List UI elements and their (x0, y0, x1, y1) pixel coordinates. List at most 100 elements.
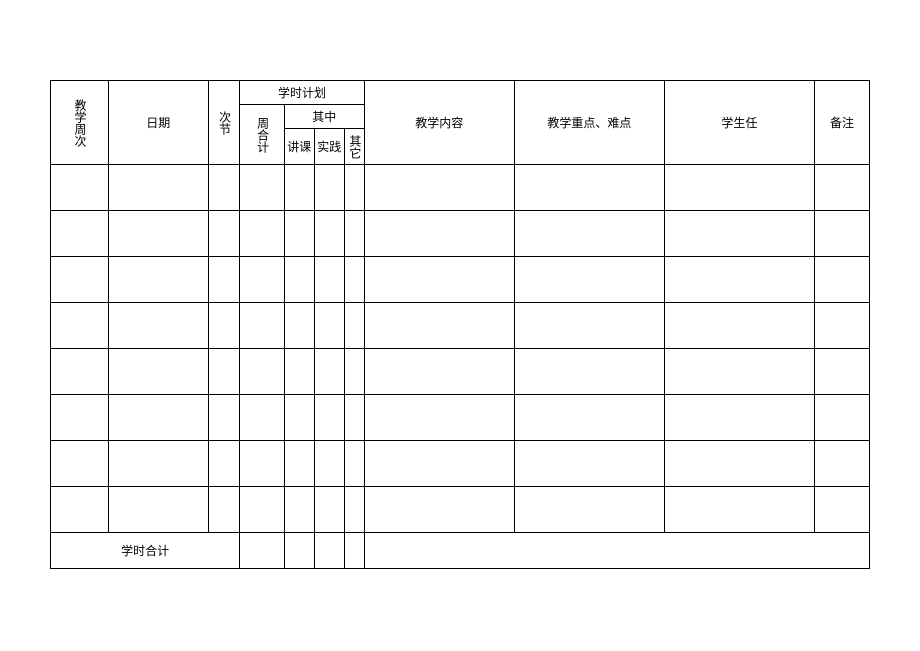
cell-date (108, 487, 208, 533)
col-content: 教学内容 (364, 81, 514, 165)
cell-lecture (284, 487, 314, 533)
table-row (51, 395, 870, 441)
cell-practice (314, 395, 344, 441)
cell-total-other (344, 533, 364, 569)
cell-session (208, 487, 239, 533)
cell-other (344, 395, 364, 441)
cell-focus (514, 257, 664, 303)
cell-session (208, 349, 239, 395)
cell-date (108, 349, 208, 395)
table-row (51, 303, 870, 349)
cell-practice (314, 257, 344, 303)
cell-student (664, 395, 814, 441)
cell-remark (814, 349, 869, 395)
col-remark: 备注 (814, 81, 869, 165)
col-session: 次节 (208, 81, 239, 165)
cell-remark (814, 487, 869, 533)
cell-date (108, 303, 208, 349)
cell-student (664, 487, 814, 533)
col-student: 学生任 (664, 81, 814, 165)
table-row (51, 441, 870, 487)
cell-remark (814, 257, 869, 303)
cell-practice (314, 487, 344, 533)
col-lecture: 讲课 (284, 129, 314, 165)
col-other: 其它 (344, 129, 364, 165)
cell-remark (814, 165, 869, 211)
cell-content (364, 487, 514, 533)
cell-remark (814, 395, 869, 441)
cell-session (208, 257, 239, 303)
cell-week (51, 303, 109, 349)
cell-week (51, 395, 109, 441)
cell-other (344, 211, 364, 257)
cell-week (51, 487, 109, 533)
col-teaching-week: 教学周次 (51, 81, 109, 165)
cell-lecture (284, 165, 314, 211)
cell-date (108, 211, 208, 257)
table-row (51, 487, 870, 533)
cell-practice (314, 165, 344, 211)
cell-date (108, 395, 208, 441)
table-row (51, 349, 870, 395)
total-row: 学时合计 (51, 533, 870, 569)
cell-week (51, 257, 109, 303)
col-date: 日期 (108, 81, 208, 165)
cell-focus (514, 303, 664, 349)
col-hour-plan: 学时计划 (240, 81, 365, 105)
cell-other (344, 349, 364, 395)
cell-total-lecture (284, 533, 314, 569)
cell-content (364, 395, 514, 441)
cell-practice (314, 303, 344, 349)
cell-total-rest (364, 533, 869, 569)
cell-student (664, 165, 814, 211)
cell-wtotal (240, 257, 285, 303)
cell-wtotal (240, 441, 285, 487)
cell-wtotal (240, 303, 285, 349)
cell-lecture (284, 257, 314, 303)
cell-wtotal (240, 349, 285, 395)
cell-wtotal (240, 395, 285, 441)
cell-week (51, 441, 109, 487)
col-among: 其中 (284, 105, 364, 129)
cell-practice (314, 211, 344, 257)
cell-student (664, 211, 814, 257)
teaching-plan-table: 教学周次 日期 次节 学时计划 教学内容 教学重点、难点 学生任 备注 周合计 … (50, 80, 870, 569)
cell-content (364, 441, 514, 487)
cell-content (364, 303, 514, 349)
cell-wtotal (240, 211, 285, 257)
col-week-total: 周合计 (240, 105, 285, 165)
cell-content (364, 165, 514, 211)
cell-week (51, 211, 109, 257)
cell-content (364, 211, 514, 257)
cell-week (51, 349, 109, 395)
col-focus: 教学重点、难点 (514, 81, 664, 165)
cell-other (344, 165, 364, 211)
cell-other (344, 487, 364, 533)
cell-remark (814, 211, 869, 257)
cell-session (208, 441, 239, 487)
cell-hour-total-label: 学时合计 (51, 533, 240, 569)
cell-date (108, 165, 208, 211)
table-row (51, 165, 870, 211)
cell-student (664, 349, 814, 395)
cell-content (364, 257, 514, 303)
col-practice: 实践 (314, 129, 344, 165)
cell-wtotal (240, 487, 285, 533)
cell-other (344, 257, 364, 303)
table-row (51, 257, 870, 303)
cell-practice (314, 441, 344, 487)
cell-focus (514, 349, 664, 395)
cell-focus (514, 165, 664, 211)
cell-lecture (284, 441, 314, 487)
cell-practice (314, 349, 344, 395)
cell-date (108, 441, 208, 487)
cell-lecture (284, 395, 314, 441)
cell-content (364, 349, 514, 395)
cell-remark (814, 303, 869, 349)
cell-lecture (284, 211, 314, 257)
cell-remark (814, 441, 869, 487)
cell-focus (514, 211, 664, 257)
cell-lecture (284, 349, 314, 395)
cell-other (344, 303, 364, 349)
cell-focus (514, 441, 664, 487)
